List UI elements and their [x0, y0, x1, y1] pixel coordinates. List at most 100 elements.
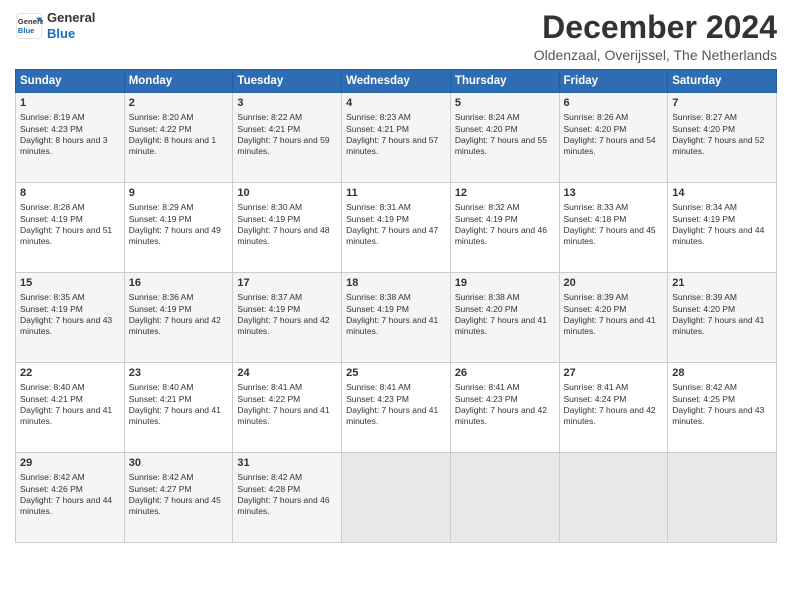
day-number: 8 [20, 186, 120, 201]
sunset-label: Sunset: 4:21 PM [20, 394, 83, 404]
day-number: 26 [455, 366, 555, 381]
calendar-table: SundayMondayTuesdayWednesdayThursdayFrid… [15, 69, 777, 543]
calendar-cell: 28Sunrise: 8:42 AMSunset: 4:25 PMDayligh… [668, 363, 777, 453]
day-number: 7 [672, 96, 772, 111]
sunrise-label: Sunrise: 8:39 AM [672, 292, 737, 302]
calendar-cell: 27Sunrise: 8:41 AMSunset: 4:24 PMDayligh… [559, 363, 668, 453]
sunset-label: Sunset: 4:19 PM [237, 304, 300, 314]
calendar-cell: 24Sunrise: 8:41 AMSunset: 4:22 PMDayligh… [233, 363, 342, 453]
calendar-cell: 22Sunrise: 8:40 AMSunset: 4:21 PMDayligh… [16, 363, 125, 453]
day-number: 18 [346, 276, 446, 291]
daylight-label: Daylight: 8 hours and 3 minutes. [20, 135, 107, 156]
sunrise-label: Sunrise: 8:34 AM [672, 202, 737, 212]
header-day-sunday: Sunday [16, 70, 125, 93]
calendar-cell: 29Sunrise: 8:42 AMSunset: 4:26 PMDayligh… [16, 453, 125, 543]
sunrise-label: Sunrise: 8:33 AM [564, 202, 629, 212]
daylight-label: Daylight: 7 hours and 52 minutes. [672, 135, 764, 156]
day-number: 27 [564, 366, 664, 381]
day-number: 31 [237, 456, 337, 471]
sunset-label: Sunset: 4:18 PM [564, 214, 627, 224]
sunrise-label: Sunrise: 8:26 AM [564, 112, 629, 122]
calendar-cell: 11Sunrise: 8:31 AMSunset: 4:19 PMDayligh… [342, 183, 451, 273]
sunset-label: Sunset: 4:20 PM [564, 124, 627, 134]
day-number: 11 [346, 186, 446, 201]
sunrise-label: Sunrise: 8:30 AM [237, 202, 302, 212]
daylight-label: Daylight: 7 hours and 48 minutes. [237, 225, 329, 246]
sunrise-label: Sunrise: 8:41 AM [237, 382, 302, 392]
logo-line2: Blue [47, 26, 95, 42]
sunrise-label: Sunrise: 8:41 AM [564, 382, 629, 392]
header-day-tuesday: Tuesday [233, 70, 342, 93]
location-title: Oldenzaal, Overijssel, The Netherlands [534, 47, 777, 63]
daylight-label: Daylight: 7 hours and 42 minutes. [129, 315, 221, 336]
sunrise-label: Sunrise: 8:40 AM [20, 382, 85, 392]
calendar-week-4: 22Sunrise: 8:40 AMSunset: 4:21 PMDayligh… [16, 363, 777, 453]
sunset-label: Sunset: 4:23 PM [346, 394, 409, 404]
sunset-label: Sunset: 4:20 PM [564, 304, 627, 314]
day-number: 1 [20, 96, 120, 111]
logo-line1: General [47, 10, 95, 26]
day-number: 5 [455, 96, 555, 111]
sunset-label: Sunset: 4:23 PM [20, 124, 83, 134]
daylight-label: Daylight: 7 hours and 41 minutes. [20, 405, 112, 426]
calendar-week-5: 29Sunrise: 8:42 AMSunset: 4:26 PMDayligh… [16, 453, 777, 543]
calendar-week-1: 1Sunrise: 8:19 AMSunset: 4:23 PMDaylight… [16, 93, 777, 183]
day-number: 13 [564, 186, 664, 201]
sunrise-label: Sunrise: 8:42 AM [20, 472, 85, 482]
calendar-cell: 2Sunrise: 8:20 AMSunset: 4:22 PMDaylight… [124, 93, 233, 183]
day-number: 12 [455, 186, 555, 201]
sunrise-label: Sunrise: 8:40 AM [129, 382, 194, 392]
calendar-week-3: 15Sunrise: 8:35 AM Sunset: 4:19 PM Dayligh… [16, 273, 777, 363]
sunset-label: Sunset: 4:19 PM [237, 214, 300, 224]
sunset-label: Sunset: 4:19 PM [20, 214, 83, 224]
sunset-label: Sunset: 4:21 PM [129, 394, 192, 404]
day-number: 4 [346, 96, 446, 111]
sunset-label: Sunset: 4:25 PM [672, 394, 735, 404]
daylight-label: Daylight: 7 hours and 43 minutes. [20, 315, 112, 336]
calendar-cell [342, 453, 451, 543]
sunrise-label: Sunrise: 8:19 AM [20, 112, 85, 122]
calendar-cell: 8Sunrise: 8:28 AMSunset: 4:19 PMDaylight… [16, 183, 125, 273]
sunrise-label: Sunrise: 8:42 AM [237, 472, 302, 482]
logo: General Blue General Blue [15, 10, 95, 41]
calendar-cell: 10Sunrise: 8:30 AMSunset: 4:19 PMDayligh… [233, 183, 342, 273]
daylight-label: Daylight: 7 hours and 42 minutes. [455, 405, 547, 426]
sunset-label: Sunset: 4:19 PM [129, 214, 192, 224]
header: General Blue General Blue December 2024 … [15, 10, 777, 63]
sunrise-label: Sunrise: 8:38 AM [346, 292, 411, 302]
sunrise-label: Sunrise: 8:32 AM [455, 202, 520, 212]
calendar-cell: 1Sunrise: 8:19 AM Sunset: 4:23 PMDaylight… [16, 93, 125, 183]
day-number: 14 [672, 186, 772, 201]
day-number: 25 [346, 366, 446, 381]
header-day-monday: Monday [124, 70, 233, 93]
calendar-cell: 23Sunrise: 8:40 AMSunset: 4:21 PMDayligh… [124, 363, 233, 453]
sunset-label: Sunset: 4:20 PM [455, 304, 518, 314]
sunrise-label: Sunrise: 8:42 AM [129, 472, 194, 482]
calendar-cell: 4Sunrise: 8:23 AMSunset: 4:21 PMDaylight… [342, 93, 451, 183]
calendar-cell [668, 453, 777, 543]
logo-text: General Blue [47, 10, 95, 41]
daylight-label: Daylight: 7 hours and 41 minutes. [672, 315, 764, 336]
calendar-body: 1Sunrise: 8:19 AMSunset: 4:23 PMDaylight… [16, 93, 777, 543]
header-day-wednesday: Wednesday [342, 70, 451, 93]
day-number: 17 [237, 276, 337, 291]
sunset-label: Sunset: 4:27 PM [129, 484, 192, 494]
sunset-label: Sunset: 4:21 PM [346, 124, 409, 134]
month-title: December 2024 [534, 10, 777, 45]
calendar-cell: 26Sunrise: 8:41 AMSunset: 4:23 PMDayligh… [450, 363, 559, 453]
day-number: 15 [20, 276, 120, 291]
daylight-label: Daylight: 7 hours and 41 minutes. [346, 405, 438, 426]
sunrise-label: Sunrise: 8:24 AM [455, 112, 520, 122]
calendar-cell: 17Sunrise: 8:37 AMSunset: 4:19 PMDayligh… [233, 273, 342, 363]
title-block: December 2024 Oldenzaal, Overijssel, The… [534, 10, 777, 63]
daylight-label: Daylight: 7 hours and 47 minutes. [346, 225, 438, 246]
sunrise-label: Sunrise: 8:39 AM [564, 292, 629, 302]
sunrise-label: Sunrise: 8:35 AM [20, 292, 85, 302]
sunset-label: Sunset: 4:20 PM [672, 124, 735, 134]
day-number: 3 [237, 96, 337, 111]
day-number: 2 [129, 96, 229, 111]
sunrise-label: Sunrise: 8:27 AM [672, 112, 737, 122]
sunset-label: Sunset: 4:19 PM [346, 304, 409, 314]
sunset-label: Sunset: 4:28 PM [237, 484, 300, 494]
sunrise-label: Sunrise: 8:23 AM [346, 112, 411, 122]
